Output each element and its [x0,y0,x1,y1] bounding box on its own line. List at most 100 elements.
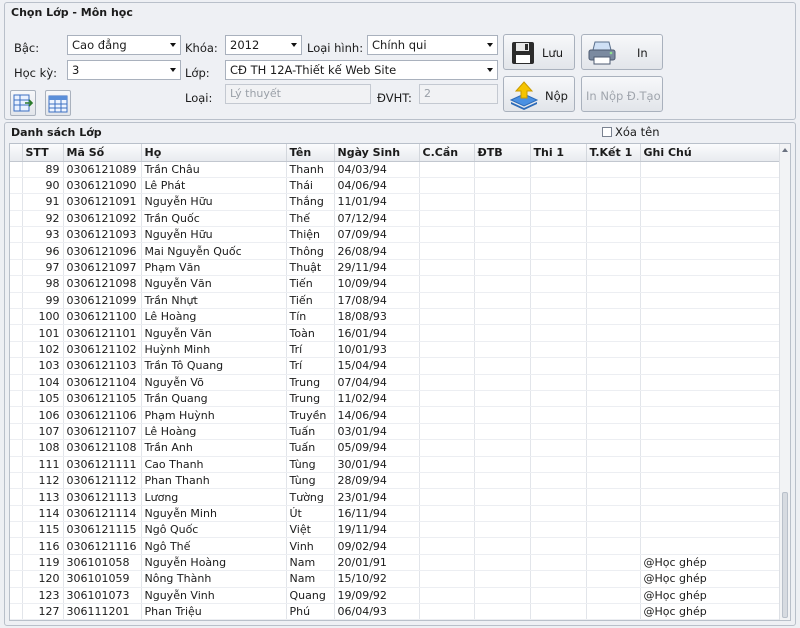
table-cell[interactable] [530,488,587,506]
table-row[interactable]: 114 0306121114 Nguyễn Minh Út 16/11/94 [10,505,783,523]
table-cell[interactable] [419,341,475,359]
table-cell[interactable]: Nguyễn Võ [141,374,287,391]
table-cell[interactable]: Phạm Huỳnh [141,406,287,424]
table-cell[interactable]: 0306121108 [63,439,142,457]
khoa-select[interactable]: 2012 [225,35,302,55]
table-cell[interactable]: 16/01/94 [334,324,420,342]
table-cell[interactable]: Tuấn [286,439,335,457]
table-cell[interactable] [474,406,531,424]
table-cell[interactable]: Việt [286,521,335,539]
table-cell[interactable] [419,587,475,605]
table-cell[interactable]: 91 [22,193,64,211]
table-cell[interactable]: 03/01/94 [334,423,420,441]
table-cell[interactable]: 123 [22,587,64,605]
table-row[interactable]: 123 306101073 Nguyễn Vinh Quang 19/09/92 @Học… [10,587,783,605]
table-cell[interactable] [586,603,641,620]
column-header[interactable]: T.Kết 1 [586,144,641,162]
table-cell[interactable] [640,341,783,359]
table-cell[interactable] [419,521,475,539]
table-cell[interactable] [640,226,783,244]
table-cell[interactable]: 0306121097 [63,259,142,277]
table-cell[interactable] [419,275,475,293]
xoa-ten-checkbox[interactable]: Xóa tên [602,125,660,139]
column-header[interactable]: Mã Số [63,144,142,162]
table-cell[interactable]: 20/01/91 [334,554,420,572]
table-cell[interactable]: @Học ghép [640,554,783,572]
table-cell[interactable] [474,505,531,523]
table-cell[interactable] [586,570,641,588]
table-cell[interactable] [640,324,783,342]
table-cell[interactable] [474,390,531,408]
table-cell[interactable] [419,554,475,572]
table-cell[interactable] [640,259,783,277]
table-cell[interactable] [474,423,531,441]
table-cell[interactable]: 306111201 [63,603,142,620]
table-cell[interactable] [530,570,587,588]
table-row[interactable]: 98 0306121098 Nguyễn Văn Tiến 10/09/94 [10,275,783,293]
table-row[interactable]: 120 306101059 Nông Thành Nam 15/10/92 @Học gh… [10,570,783,588]
table-cell[interactable] [530,341,587,359]
table-cell[interactable]: Nguyễn Hoàng [141,554,287,572]
table-cell[interactable]: 96 [22,242,64,260]
table-cell[interactable]: Trung [286,390,335,408]
table-cell[interactable] [640,275,783,293]
table-cell[interactable] [530,472,587,490]
table-cell[interactable]: 102 [22,341,64,359]
table-cell[interactable] [640,423,783,441]
row-indicator[interactable] [10,292,23,310]
table-cell[interactable] [640,521,783,539]
table-cell[interactable]: Trần Tô Quang [141,357,287,375]
table-cell[interactable] [586,193,641,211]
column-header[interactable]: Ghi Chú [640,144,783,162]
table-cell[interactable] [530,226,587,244]
table-cell[interactable] [530,390,587,408]
table-cell[interactable]: 89 [22,161,64,178]
table-cell[interactable] [419,242,475,260]
table-cell[interactable]: Nông Thành [141,570,287,588]
table-cell[interactable] [586,406,641,424]
table-cell[interactable]: 103 [22,357,64,375]
table-cell[interactable] [640,390,783,408]
table-row[interactable]: 99 0306121099 Trần Nhựt Tiến 17/08/94 [10,292,783,310]
lop-select[interactable]: CĐ TH 12A-Thiết kế Web Site [225,60,498,80]
table-cell[interactable]: 106 [22,406,64,424]
table-cell[interactable] [530,423,587,441]
table-cell[interactable]: 26/08/94 [334,242,420,260]
column-header[interactable]: ĐTB [474,144,531,162]
table-cell[interactable] [419,292,475,310]
loaihinh-select[interactable]: Chính qui [367,35,498,55]
table-cell[interactable] [640,488,783,506]
table-cell[interactable] [530,308,587,326]
table-cell[interactable] [640,374,783,391]
table-cell[interactable]: @Học ghép [640,603,783,620]
table-cell[interactable] [640,456,783,473]
table-cell[interactable]: 0306121113 [63,488,142,506]
table-cell[interactable]: 92 [22,210,64,228]
row-indicator[interactable] [10,308,23,326]
table-cell[interactable]: 0306121111 [63,456,142,473]
table-cell[interactable]: Tuấn [286,423,335,441]
table-row[interactable]: 105 0306121105 Trần Quang Trung 11/02/94 [10,390,783,408]
row-indicator[interactable] [10,603,23,620]
table-cell[interactable] [419,603,475,620]
table-cell[interactable]: 28/09/94 [334,472,420,490]
table-cell[interactable]: 0306121099 [63,292,142,310]
table-cell[interactable]: 113 [22,488,64,506]
table-cell[interactable]: 116 [22,537,64,555]
table-cell[interactable]: 0306121092 [63,210,142,228]
row-indicator[interactable] [10,554,23,572]
row-indicator[interactable] [10,488,23,506]
table-cell[interactable] [474,439,531,457]
table-cell[interactable]: 0306121106 [63,406,142,424]
row-indicator[interactable] [10,357,23,375]
table-cell[interactable]: 07/04/94 [334,374,420,391]
table-cell[interactable] [530,210,587,228]
table-cell[interactable]: @Học ghép [640,570,783,588]
table-cell[interactable]: 05/09/94 [334,439,420,457]
table-cell[interactable] [474,193,531,211]
table-row[interactable]: 107 0306121107 Lê Hoàng Tuấn 03/01/94 [10,423,783,441]
table-row[interactable]: 119 306101058 Nguyễn Hoàng Nam 20/01/91 @Học … [10,554,783,572]
table-cell[interactable]: 0306121096 [63,242,142,260]
row-indicator[interactable] [10,242,23,260]
table-cell[interactable] [474,374,531,391]
